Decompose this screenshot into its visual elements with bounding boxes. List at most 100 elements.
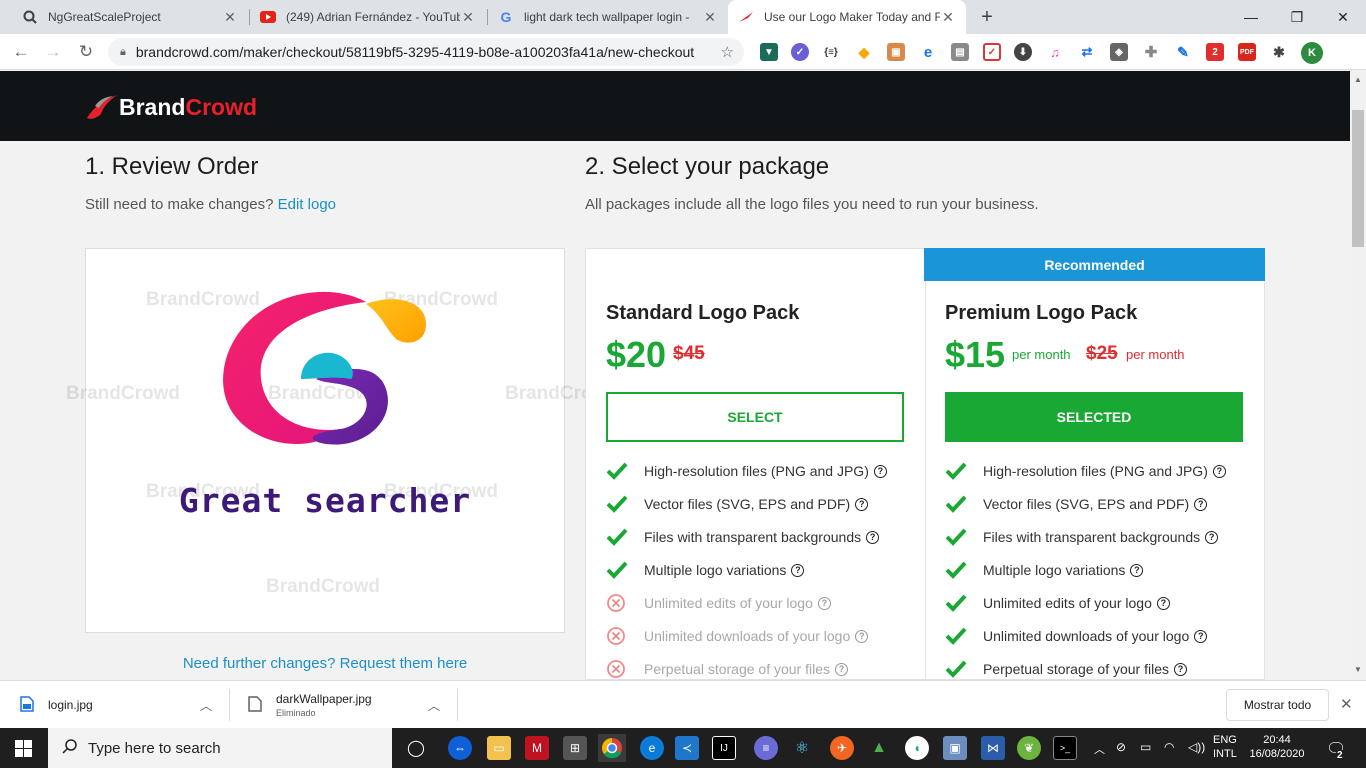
edit-logo-link[interactable]: Edit logo	[278, 196, 336, 213]
todoist-icon[interactable]: ✓	[983, 43, 1001, 61]
input-language[interactable]: ENG INTL	[1213, 734, 1237, 760]
download-item-darkwallpaper[interactable]: darkWallpaper.jpg Eliminado ︿	[248, 681, 448, 729]
help-icon[interactable]: ?	[866, 530, 880, 544]
extension-icon[interactable]: ▣	[887, 43, 905, 61]
forward-button[interactable]: →	[41, 40, 65, 64]
file-explorer-icon[interactable]: ▭	[487, 736, 511, 760]
help-icon[interactable]: ?	[1130, 563, 1144, 577]
minimize-button[interactable]: —	[1228, 0, 1274, 34]
help-icon[interactable]: ?	[1194, 497, 1208, 511]
standard-price: $20	[606, 334, 667, 375]
select-standard-button[interactable]: SELECT	[606, 392, 904, 442]
firebase-icon[interactable]: ◆	[855, 43, 873, 61]
scroll-up-arrow-icon[interactable]: ▲	[1354, 75, 1362, 84]
check-icon[interactable]: ✓	[791, 43, 809, 61]
network-app-icon[interactable]: ⋈	[981, 736, 1005, 760]
chrome-taskbar-icon[interactable]	[598, 734, 626, 762]
music-icon[interactable]: ♫	[1046, 43, 1064, 61]
feature-label: Files with transparent backgrounds	[644, 529, 862, 545]
browser-toolbar: ← → ↻ 🔒︎ brandcrowd.com/maker/checkout/5…	[0, 34, 1366, 98]
feature-label: Unlimited edits of your logo	[983, 595, 1152, 611]
json-viewer-icon[interactable]: {≡}	[822, 43, 840, 61]
pdf-icon[interactable]: PDF	[1238, 43, 1256, 61]
show-all-button[interactable]: Mostrar todo	[1226, 689, 1329, 721]
vscode-icon[interactable]: ≺	[675, 736, 699, 760]
brandcrowd-logo[interactable]: Brand Crowd	[85, 92, 257, 122]
page-scrollbar-thumb[interactable]	[1352, 110, 1364, 247]
help-icon[interactable]: ?	[817, 596, 831, 610]
wifi-icon[interactable]: ◠	[1164, 740, 1174, 754]
spring-icon[interactable]: ❦	[1017, 736, 1041, 760]
tray-chevron-icon[interactable]: ︿	[1094, 741, 1105, 757]
restore-button[interactable]: ❐	[1274, 0, 1320, 34]
intellij-icon[interactable]: IJ	[712, 736, 736, 760]
help-icon[interactable]: ?	[791, 563, 805, 577]
check-icon	[606, 495, 644, 513]
window-close-button[interactable]: ✕	[1320, 0, 1366, 34]
chevron-up-icon[interactable]: ︿	[428, 697, 440, 714]
feather-icon[interactable]: ✎	[1174, 43, 1192, 61]
select-premium-button[interactable]: SELECTED	[945, 392, 1243, 442]
profile-avatar[interactable]: K	[1301, 42, 1323, 64]
plus-icon[interactable]: ✚	[1142, 43, 1160, 61]
terminal-icon[interactable]: >_	[1053, 736, 1077, 760]
clock[interactable]: 20:44 16/08/2020	[1247, 734, 1307, 760]
vue-devtools-icon[interactable]: ▼	[760, 43, 778, 61]
chevron-up-icon[interactable]: ︿	[200, 697, 212, 714]
two-icon[interactable]: 2	[1206, 43, 1224, 61]
rocket-icon[interactable]: ▲	[867, 736, 891, 760]
volume-icon[interactable]: ◁))	[1188, 740, 1205, 754]
help-icon[interactable]: ?	[855, 629, 869, 643]
help-icon[interactable]: ?	[1194, 629, 1208, 643]
help-icon[interactable]: ?	[1174, 662, 1187, 676]
reload-button[interactable]: ↻	[74, 40, 98, 64]
time: 20:44	[1263, 734, 1291, 746]
download-item-login[interactable]: login.jpg ︿	[20, 681, 220, 729]
scroll-down-arrow-icon[interactable]: ▼	[1354, 665, 1362, 674]
coupon-icon[interactable]: ▤	[951, 43, 969, 61]
help-icon[interactable]: ?	[1212, 464, 1226, 478]
task-view-icon[interactable]: ◯	[404, 736, 428, 760]
close-icon[interactable]: ✕	[460, 9, 476, 26]
back-button[interactable]: ←	[9, 40, 33, 64]
extensions-puzzle-icon[interactable]: ✱	[1270, 43, 1288, 61]
postman-icon[interactable]: ✈	[830, 736, 854, 760]
new-tab-button[interactable]: +	[976, 6, 998, 28]
feature-item: Perpetual storage of your files?	[606, 657, 848, 681]
react-icon[interactable]: ⚛	[790, 736, 814, 760]
help-icon[interactable]: ?	[873, 464, 887, 478]
teamviewer-icon[interactable]: ⇔	[448, 736, 472, 760]
edge-icon[interactable]: e	[919, 43, 937, 61]
help-icon[interactable]: ?	[1156, 596, 1170, 610]
close-icon[interactable]: ✕	[222, 9, 238, 26]
sync-icon[interactable]: ⇄	[1078, 43, 1096, 61]
close-icon[interactable]: ✕	[702, 9, 718, 26]
browser-tab-strip: NgGreatScaleProject ✕ (249) Adrian Ferná…	[0, 0, 1366, 34]
store-icon[interactable]: ⊞	[563, 736, 587, 760]
battery-icon[interactable]: ▭	[1140, 740, 1151, 754]
help-icon[interactable]: ?	[835, 662, 848, 676]
bookmark-star-icon[interactable]: ☆	[721, 43, 734, 61]
tab-youtube[interactable]: (249) Adrian Fernández - YouTub ✕	[250, 0, 486, 34]
tab-google-search[interactable]: G light dark tech wallpaper login - ✕	[488, 0, 728, 34]
tab-brandcrowd[interactable]: Use our Logo Maker Today and F ✕	[728, 0, 966, 34]
windows-start-icon[interactable]	[15, 740, 32, 762]
edge-taskbar-icon[interactable]: e	[640, 736, 664, 760]
tab-ngreatscaleproject[interactable]: NgGreatScaleProject ✕	[12, 0, 248, 34]
address-bar[interactable]: 🔒︎ brandcrowd.com/maker/checkout/58119bf…	[108, 38, 744, 66]
monitor-icon[interactable]: ▣	[943, 736, 967, 760]
request-changes-link[interactable]: Need further changes? Request them here	[85, 655, 565, 672]
premium-pack-title: Premium Logo Pack	[945, 302, 1138, 324]
app-icon[interactable]: ≡	[754, 736, 778, 760]
close-icon[interactable]: ✕	[940, 9, 956, 26]
download-icon[interactable]: ⬇	[1014, 43, 1032, 61]
taskbar-search[interactable]: Type here to search	[48, 728, 392, 768]
mongodb-icon[interactable]: ◖	[905, 736, 929, 760]
help-icon[interactable]: ?	[1205, 530, 1219, 544]
help-icon[interactable]: ?	[855, 497, 869, 511]
mcafee-icon[interactable]: M	[525, 736, 549, 760]
network-off-icon[interactable]: ⊘	[1116, 740, 1126, 754]
close-downloads-icon[interactable]: ✕	[1340, 695, 1353, 713]
check-icon	[945, 462, 983, 480]
shield-icon[interactable]: ◈	[1110, 43, 1128, 61]
